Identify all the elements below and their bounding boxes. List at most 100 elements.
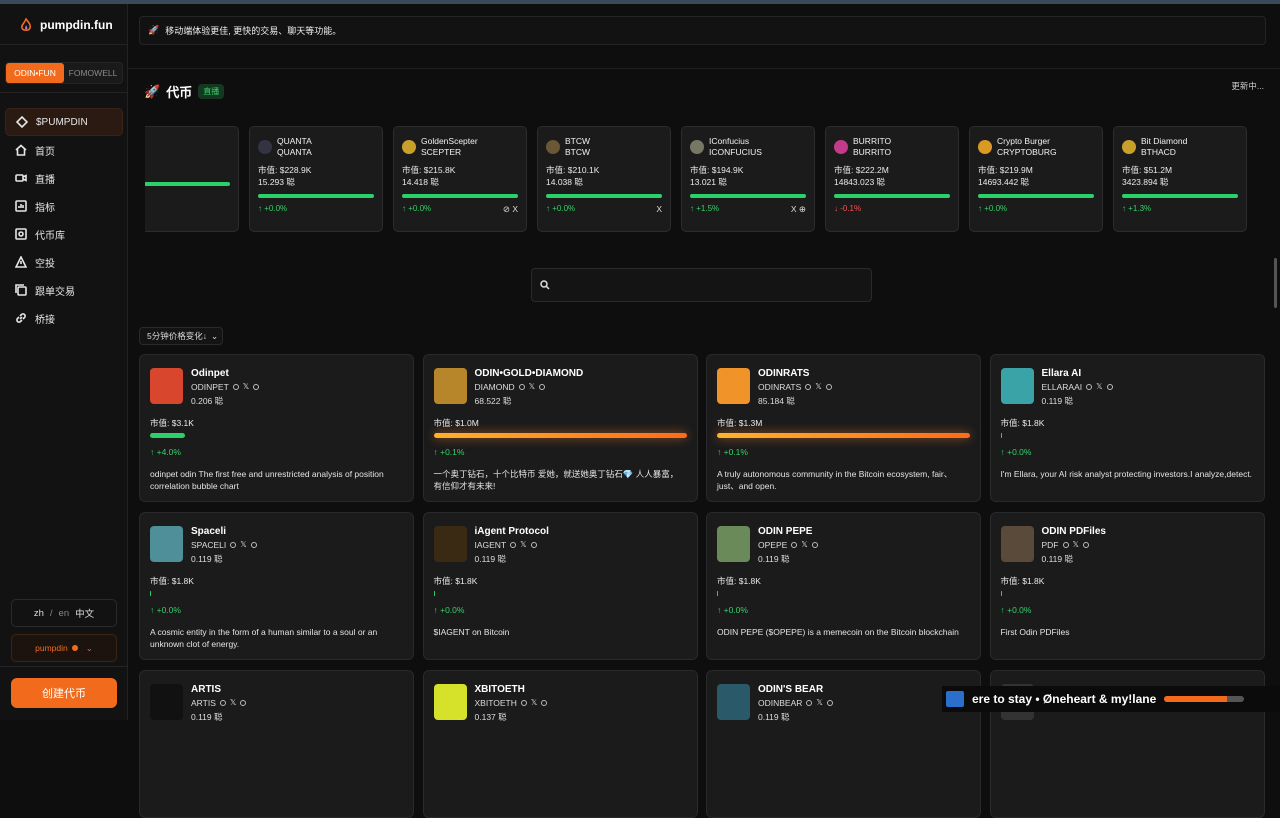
music-player[interactable]: ere to stay • Øneheart & my!lane: [942, 686, 1280, 712]
app-logo[interactable]: pumpdin.fun: [20, 18, 113, 32]
telegram-icon[interactable]: [805, 384, 812, 390]
home-icon: [15, 144, 27, 156]
telegram-icon[interactable]: [1086, 384, 1093, 390]
token-info: ODIN PDFiles PDF 𝕏 0.119 聪: [1042, 526, 1106, 566]
token-name: Ellara AI: [1041, 368, 1082, 379]
telegram-icon[interactable]: [219, 700, 226, 706]
token-card[interactable]: Spaceli SPACELI 𝕏 0.119 聪市值: $1.8K ↑ +0.0% A …: [139, 512, 414, 660]
social-links[interactable]: X ⊕: [791, 204, 806, 215]
token-sats-price: 0.206 聪: [191, 396, 224, 406]
lang-en[interactable]: en: [59, 608, 70, 619]
website-icon[interactable]: [539, 384, 546, 390]
x-icon[interactable]: 𝕏: [815, 380, 821, 394]
x-icon[interactable]: 𝕏: [531, 696, 537, 710]
x-icon[interactable]: 𝕏: [240, 538, 246, 552]
ticker-market-cap: 市值: $219.9M: [978, 165, 1033, 175]
telegram-icon[interactable]: [1062, 542, 1069, 548]
website-icon[interactable]: [811, 542, 818, 548]
sidebar-item-live[interactable]: 直播: [5, 164, 123, 192]
segment-odin-fun[interactable]: ODIN•FUN: [6, 63, 64, 83]
x-icon[interactable]: 𝕏: [520, 538, 526, 552]
x-icon[interactable]: 𝕏: [243, 380, 249, 394]
social-links[interactable]: X: [656, 204, 662, 214]
search-input[interactable]: [531, 268, 872, 302]
sidebar-divider: [0, 44, 128, 45]
ticker-card-header: Crypto Burger CRYPTOBURG: [978, 136, 1094, 158]
telegram-icon[interactable]: [518, 384, 525, 390]
token-name: ODIN'S BEAR: [758, 684, 824, 695]
token-sats-price: 85.184 聪: [758, 396, 795, 406]
ticker-card[interactable]: BURRITO BURRITO 市值: $222.2M 14843.023 聪 ↓ -0…: [825, 126, 959, 232]
website-icon[interactable]: [530, 542, 537, 548]
token-card[interactable]: ODIN PDFiles PDF 𝕏 0.119 聪市值: $1.8K ↑ +0.0% F…: [989, 512, 1265, 660]
language-switch[interactable]: zh / en 中文: [11, 599, 117, 627]
x-icon[interactable]: 𝕏: [230, 696, 236, 710]
scrollbar[interactable]: [1274, 258, 1277, 308]
track-progress[interactable]: [1164, 696, 1245, 702]
sidebar: pumpdin.fun ODIN•FUN FOMOWELL $PUMPDIN 首…: [0, 4, 128, 720]
ticker-card[interactable]: Crypto Burger CRYPTOBURG 市值: $219.9M 14693.…: [969, 126, 1103, 232]
sidebar-item-pumpdin[interactable]: $PUMPDIN: [5, 108, 123, 136]
sidebar-item-bridge[interactable]: 桥接: [5, 304, 123, 332]
sort-dropdown[interactable]: 5分钟价格变化↓ ⌄: [139, 327, 223, 345]
telegram-icon[interactable]: [806, 700, 813, 706]
sidebar-item-token-library[interactable]: 代币库: [5, 220, 123, 248]
x-icon[interactable]: 𝕏: [1096, 380, 1102, 394]
create-token-button[interactable]: 创建代币: [11, 678, 117, 708]
token-description: ODIN PEPE ($OPEPE) is a memecoin on the …: [717, 627, 959, 637]
token-card[interactable]: XBITOETH XBITOETH 𝕏 0.137 聪: [422, 670, 698, 818]
sidebar-item-metrics[interactable]: 指标: [5, 192, 123, 220]
ticker-card[interactable]: GoldenScepter SCEPTER 市值: $215.8K 14.418 聪 ↑…: [393, 126, 527, 232]
ticker-card-header: QUANTA QUANTA: [258, 136, 374, 158]
ticker-card[interactable]: IConfucius ICONFUCIUS 市值: $194.9K 13.021 聪 ↑…: [681, 126, 815, 232]
ticker-card[interactable]: QUANTA QUANTA 市值: $228.9K 15.293 聪 ↑ +0.0%: [249, 126, 383, 232]
ticker-card-footer: ↑ +0.0%: [978, 204, 1094, 213]
ticker-card[interactable]: C CoinCC $67.2K%: [145, 126, 239, 232]
ticker-token-names: QUANTA QUANTA: [277, 136, 312, 158]
ticker-card[interactable]: BTCW BTCW 市值: $210.1K 14.038 聪 ↑ +0.0% X: [537, 126, 671, 232]
token-card[interactable]: ODIN PEPE OPEPE 𝕏 0.119 聪市值: $1.8K ↑ +0.0% OD…: [706, 512, 981, 660]
telegram-icon[interactable]: [232, 384, 239, 390]
x-icon[interactable]: 𝕏: [801, 538, 807, 552]
token-change: ↑ +0.1%: [717, 447, 748, 457]
token-card[interactable]: iAgent Protocol IAGENT 𝕏 0.119 聪市值: $1.8K ↑ …: [422, 512, 698, 660]
sidebar-item-copy-trading[interactable]: 跟单交易: [5, 276, 123, 304]
token-card[interactable]: Odinpet ODINPET 𝕏 0.206 聪市值: $3.1K ↑ +4.0% od…: [139, 354, 414, 502]
website-icon[interactable]: [826, 700, 833, 706]
ticker-sats-price: 14843.023 聪: [834, 177, 886, 187]
lang-zh[interactable]: zh: [34, 608, 44, 619]
sidebar-item-label: 跟单交易: [35, 286, 75, 298]
x-icon[interactable]: 𝕏: [816, 696, 822, 710]
segment-fomowell[interactable]: FOMOWELL: [64, 63, 122, 83]
x-icon[interactable]: 𝕏: [1073, 538, 1079, 552]
token-card[interactable]: Ellara AI ELLARAAI 𝕏 0.119 聪市值: $1.8K ↑ +0.0…: [989, 354, 1265, 502]
telegram-icon[interactable]: [510, 542, 517, 548]
ticker-sats-price: 15.293 聪: [258, 177, 295, 187]
website-icon[interactable]: [1082, 542, 1089, 548]
token-symbol: DIAMOND: [474, 382, 515, 392]
user-menu[interactable]: pumpdin ⌄: [11, 634, 117, 662]
social-links[interactable]: ⊘ X: [503, 204, 518, 215]
sort-label: 5分钟价格变化↓: [147, 331, 207, 341]
website-icon[interactable]: [1106, 384, 1113, 390]
ticker-card-header: C CoinCC: [145, 136, 230, 158]
website-icon[interactable]: [825, 384, 832, 390]
ticker-card[interactable]: Bit Diamond BTHACD 市值: $51.2M 3423.894 聪 ↑ +…: [1113, 126, 1247, 232]
website-icon[interactable]: [240, 700, 247, 706]
ticker-card-footer: ↑ +0.0%: [258, 204, 374, 213]
website-icon[interactable]: [253, 384, 260, 390]
x-icon[interactable]: 𝕏: [529, 380, 535, 394]
telegram-icon[interactable]: [230, 542, 237, 548]
sidebar-item-home[interactable]: 首页: [5, 136, 123, 164]
token-market-cap: 市值: $1.8K: [433, 576, 478, 586]
token-info: ODINRATS ODINRATS 𝕏 85.184 聪: [758, 368, 832, 408]
sidebar-item-airdrop[interactable]: 空投: [5, 248, 123, 276]
website-icon[interactable]: [541, 700, 548, 706]
token-card[interactable]: ODINRATS ODINRATS 𝕏 85.184 聪市值: $1.3M ↑ +0.1…: [706, 354, 981, 502]
token-card[interactable]: ARTIS ARTIS 𝕏 0.119 聪: [139, 670, 414, 818]
telegram-icon[interactable]: [791, 542, 798, 548]
token-card[interactable]: ODIN•GOLD•DIAMOND DIAMOND 𝕏 68.522 聪市值: $1.…: [422, 354, 698, 502]
website-icon[interactable]: [250, 542, 257, 548]
token-card[interactable]: ODIN'S BEAR ODINBEAR 𝕏 0.119 聪: [706, 670, 981, 818]
telegram-icon[interactable]: [520, 700, 527, 706]
